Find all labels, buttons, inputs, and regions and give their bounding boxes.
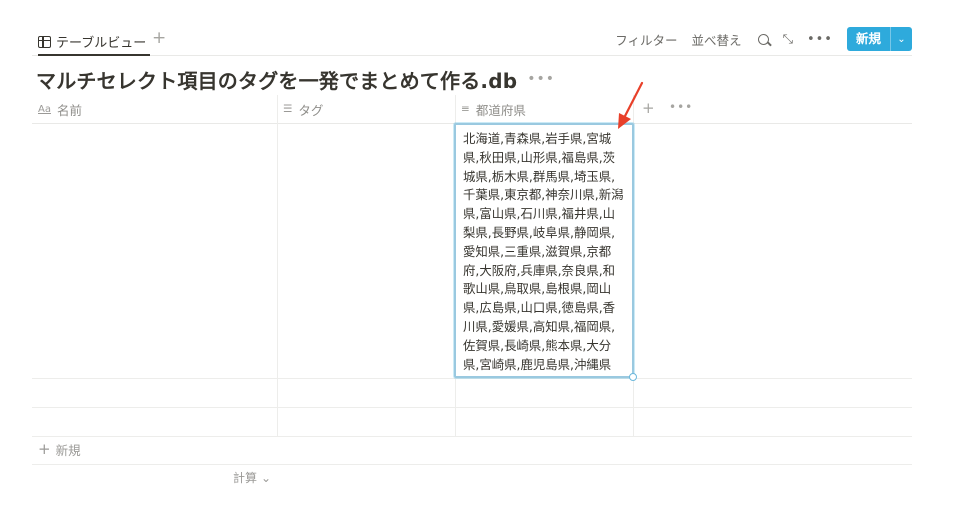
column-label: タグ (298, 102, 324, 118)
new-button[interactable]: 新規 (847, 27, 890, 51)
add-row-button[interactable]: + 新規 (38, 440, 81, 459)
toolbar-actions: フィルター 並べ替え ⤡ ••• 新規 ⌄ (601, 26, 912, 52)
annotation-arrow-icon (618, 81, 644, 129)
row-divider (32, 436, 912, 437)
chevron-down-icon[interactable]: ⌄ (890, 27, 912, 51)
column-header-tag[interactable]: ☰ タグ (277, 94, 455, 124)
title-more-icon[interactable]: ••• (527, 71, 555, 87)
database-title-row: マルチセレクト項目のタグを一発でまとめて作る.db ••• (36, 64, 555, 94)
column-label: 名前 (56, 102, 82, 118)
view-tab-label: テーブルビュー (56, 36, 147, 51)
new-button-group: 新規 ⌄ (846, 27, 912, 51)
column-more-icon[interactable]: ••• (669, 100, 693, 114)
page-title[interactable]: マルチセレクト項目のタグを一発でまとめて作る.db (36, 65, 517, 94)
add-row-label: 新規 (55, 443, 81, 458)
more-options-icon[interactable]: ••• (807, 32, 833, 47)
plus-icon: + (38, 440, 51, 458)
prefecture-cell-editor[interactable]: 北海道,青森県,岩手県,宮城県,秋田県,山形県,福島県,茨城県,栃木県,群馬県,… (454, 123, 634, 378)
calculate-label: 計算 (233, 471, 258, 485)
chevron-down-icon: ⌄ (261, 470, 272, 485)
calculate-button[interactable]: 計算 ⌄ (233, 469, 271, 486)
expand-icon[interactable]: ⤡ (783, 33, 793, 46)
text-type-icon: Aa (38, 103, 51, 115)
row-divider (32, 378, 912, 379)
table-header: Aa 名前 ☰ タグ ≡ 都道府県 + ••• (32, 94, 912, 124)
list-icon: ☰ (283, 103, 293, 115)
column-header-name[interactable]: Aa 名前 (32, 94, 277, 124)
column-label: 都道府県 (475, 102, 526, 118)
table-icon (38, 35, 51, 48)
text-lines-icon: ≡ (461, 103, 470, 115)
add-view-button[interactable]: + (152, 28, 166, 48)
view-toolbar: テーブルビュー + フィルター 並べ替え ⤡ ••• 新規 ⌄ (32, 24, 912, 56)
row-divider (32, 407, 912, 408)
sort-button[interactable]: 並べ替え (692, 30, 742, 49)
tab-table-view[interactable]: テーブルビュー (38, 29, 151, 56)
cell-resize-handle[interactable] (629, 373, 637, 381)
column-divider (277, 95, 278, 436)
filter-button[interactable]: フィルター (615, 30, 677, 49)
search-icon[interactable] (757, 33, 769, 45)
row-divider (32, 464, 912, 465)
column-header-prefecture[interactable]: ≡ 都道府県 (455, 94, 633, 124)
